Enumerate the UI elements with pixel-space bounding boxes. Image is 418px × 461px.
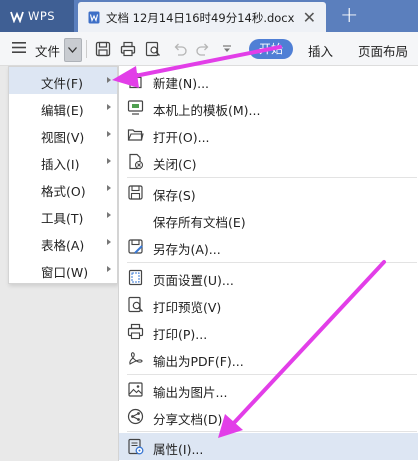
submenu-arrow-icon <box>107 212 111 218</box>
file-menu-save-as[interactable]: 另存为(A)... <box>119 233 418 260</box>
file-menu-export-pdf[interactable]: 输出为PDF(F)... <box>119 345 418 372</box>
tab-insert[interactable]: 插入 <box>308 41 333 60</box>
submenu-arrow-icon <box>107 239 111 245</box>
menu-item-window[interactable]: 窗口(W) <box>9 256 117 283</box>
open-folder-icon <box>127 129 144 141</box>
chevron-down-icon <box>68 47 77 53</box>
file-menu-new[interactable]: 新建(N)... <box>119 67 418 94</box>
file-menu-save-all[interactable]: 保存所有文档(E) <box>119 206 418 233</box>
menu-item-table[interactable]: 表格(A) <box>9 229 117 256</box>
submenu-arrow-icon <box>107 185 111 191</box>
menu-item-label: 工具(T) <box>41 211 84 226</box>
submenu-arrow-icon <box>107 104 111 110</box>
menu-item-file[interactable]: 文件(F) <box>9 67 117 94</box>
file-menu-label: 页面设置(U)... <box>153 273 234 288</box>
menu-item-label: 窗口(W) <box>41 265 89 280</box>
new-document-icon <box>129 72 142 89</box>
file-menu-label: 保存所有文档(E) <box>153 215 246 230</box>
file-menu-label: 打印预览(V) <box>153 300 222 315</box>
file-menu-open[interactable]: 打开(O)... <box>119 121 418 148</box>
close-document-icon <box>129 153 144 170</box>
menu-item-tools[interactable]: 工具(T) <box>9 202 117 229</box>
tab-start[interactable]: 开始 <box>249 39 293 59</box>
menu-item-view[interactable]: 视图(V) <box>9 121 117 148</box>
menu-item-label: 格式(O) <box>41 184 86 199</box>
file-menu-print[interactable]: 打印(P)... <box>119 318 418 345</box>
file-menu-button[interactable]: 文件 <box>35 41 60 60</box>
file-menu-label: 新建(N)... <box>153 76 210 91</box>
file-submenu: 新建(N)... 本机上的模板(M)... 打开(O)... 关闭(C) 保存(… <box>118 66 418 461</box>
file-menu-label: 保存(S) <box>153 188 196 203</box>
file-menu-templates[interactable]: 本机上的模板(M)... <box>119 94 418 121</box>
save-icon[interactable] <box>95 41 111 57</box>
file-menu-label: 打印(P)... <box>153 327 208 342</box>
print-preview-icon <box>128 296 143 313</box>
save-as-icon <box>128 239 143 254</box>
submenu-arrow-icon <box>107 266 111 272</box>
submenu-arrow-icon <box>107 131 111 137</box>
properties-icon <box>128 438 144 455</box>
file-menu-label: 属性(I)... <box>153 442 204 457</box>
file-menu-page-setup[interactable]: 页面设置(U)... <box>119 264 418 291</box>
submenu-arrow-icon <box>107 158 111 164</box>
file-menu-export-image[interactable]: 输出为图片... <box>119 376 418 403</box>
tab-document[interactable]: 文档 12月14日16时49分14秒.docx ✕ <box>78 2 326 32</box>
file-menu-share[interactable]: 分享文档(D) <box>119 403 418 430</box>
menu-item-format[interactable]: 格式(O) <box>9 175 117 202</box>
file-menu-label: 输出为PDF(F)... <box>153 354 244 369</box>
main-menu: 文件(F) 编辑(E) 视图(V) 插入(I) 格式(O) 工具(T) 表格(A… <box>8 66 118 284</box>
template-icon <box>127 100 144 115</box>
menu-item-label: 视图(V) <box>41 130 85 145</box>
quick-access-dropdown-icon[interactable] <box>222 45 232 53</box>
submenu-arrow-icon <box>107 77 111 83</box>
wps-logo-icon <box>10 11 24 23</box>
print-icon <box>127 323 144 340</box>
file-menu-label: 另存为(A)... <box>153 242 221 257</box>
file-menu-print-preview[interactable]: 打印预览(V) <box>119 291 418 318</box>
menu-item-label: 插入(I) <box>41 157 80 172</box>
export-image-icon <box>128 382 143 397</box>
file-menu-label: 打开(O)... <box>153 130 210 145</box>
export-pdf-icon <box>129 352 143 365</box>
menu-item-label: 表格(A) <box>41 238 85 253</box>
file-menu-close[interactable]: 关闭(C) <box>119 148 418 175</box>
menu-item-insert[interactable]: 插入(I) <box>9 148 117 175</box>
undo-icon[interactable] <box>172 41 188 57</box>
toolbar-divider <box>86 40 87 58</box>
file-menu-properties[interactable]: 属性(I)... <box>119 433 418 460</box>
file-menu-save[interactable]: 保存(S) <box>119 179 418 206</box>
hamburger-menu-icon[interactable] <box>12 42 26 53</box>
menu-item-edit[interactable]: 编辑(E) <box>9 94 117 121</box>
file-menu-label: 关闭(C) <box>153 157 197 172</box>
file-menu-label: 输出为图片... <box>153 385 228 400</box>
tab-wps-home[interactable]: WPS <box>0 0 74 32</box>
print-icon[interactable] <box>120 41 136 57</box>
save-icon <box>128 185 143 200</box>
tab-document-label: 文档 12月14日16时49分14秒.docx <box>106 11 295 25</box>
menu-divider <box>127 374 417 375</box>
file-menu-label: 本机上的模板(M)... <box>153 103 261 118</box>
menu-item-label: 编辑(E) <box>41 103 84 118</box>
tab-page-layout[interactable]: 页面布局 <box>358 41 408 60</box>
new-tab-button[interactable]: + <box>340 3 358 28</box>
share-icon <box>127 408 144 425</box>
redo-icon[interactable] <box>195 41 211 57</box>
menu-divider <box>127 262 417 263</box>
page-setup-icon <box>128 269 143 286</box>
menu-divider <box>127 177 417 178</box>
word-document-icon <box>88 11 100 24</box>
title-tab-bar: WPS 文档 12月14日16时49分14秒.docx ✕ + <box>0 0 418 32</box>
quick-toolbar: 文件 开始 插入 页面布局 <box>0 32 418 66</box>
tab-wps-label: WPS <box>28 9 56 23</box>
file-menu-label: 分享文档(D) <box>153 412 223 427</box>
menu-item-label: 文件(F) <box>41 76 83 91</box>
file-dropdown-toggle[interactable] <box>64 38 82 62</box>
print-preview-icon[interactable] <box>145 41 161 57</box>
tab-close-icon[interactable]: ✕ <box>303 8 316 27</box>
menu-divider <box>127 431 417 432</box>
